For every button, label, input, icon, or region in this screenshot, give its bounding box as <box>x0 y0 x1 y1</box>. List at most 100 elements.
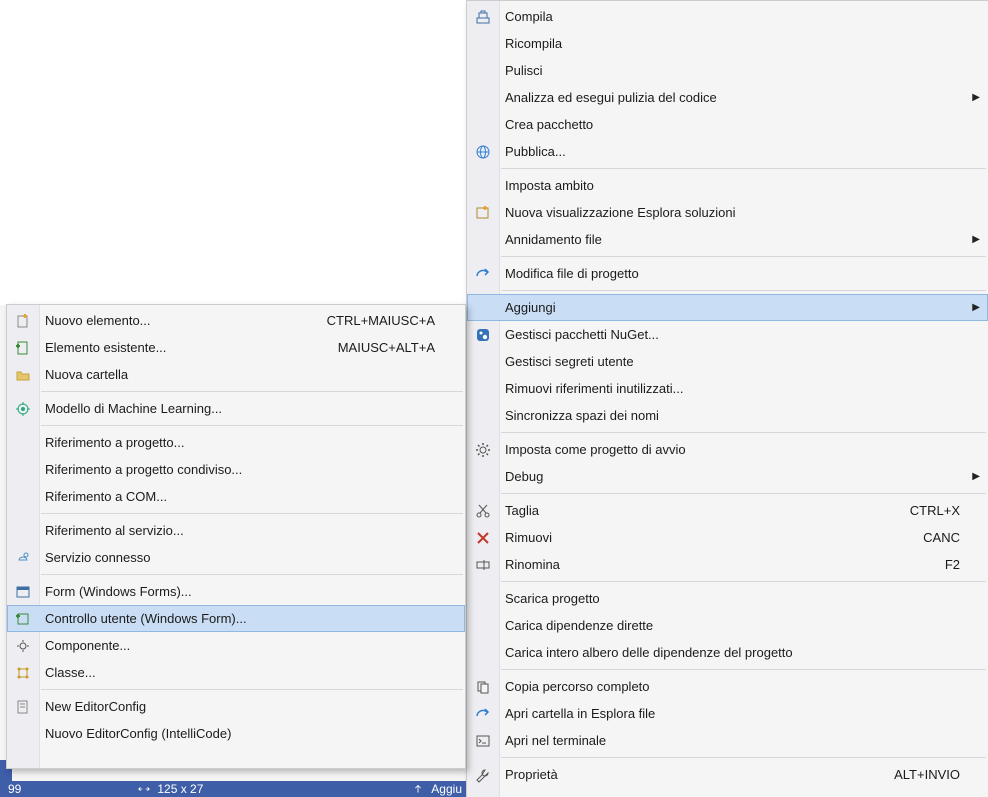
menu-item-imposta-avvio[interactable]: Imposta come progetto di avvio <box>467 436 988 463</box>
existing-item-icon <box>13 338 33 358</box>
label: Modifica file di progetto <box>505 266 960 281</box>
separator <box>501 757 986 758</box>
menu-items: Nuovo elemento... CTRL+MAIUSC+A Elemento… <box>7 305 465 749</box>
menu-item-rif-progetto-condiviso[interactable]: Riferimento a progetto condiviso... <box>7 456 465 483</box>
label: Nuovo elemento... <box>45 313 297 328</box>
menu-item-nuovo-editorconfig-intellicode[interactable]: Nuovo EditorConfig (IntelliCode) <box>7 720 465 747</box>
cut-icon <box>473 501 493 521</box>
wrench-icon <box>473 765 493 785</box>
label: Nuovo EditorConfig (IntelliCode) <box>45 726 435 741</box>
shortcut: F2 <box>945 557 960 572</box>
menu-item-aggiungi[interactable]: Aggiungi ▶ <box>467 294 988 321</box>
label: Ricompila <box>505 36 960 51</box>
open-folder-icon <box>473 704 493 724</box>
menu-item-rif-servizio[interactable]: Riferimento al servizio... <box>7 517 465 544</box>
label: Copia percorso completo <box>505 679 960 694</box>
label: Pubblica... <box>505 144 960 159</box>
connected-service-icon <box>13 548 33 568</box>
build-icon <box>473 7 493 27</box>
menu-item-componente[interactable]: Componente... <box>7 632 465 659</box>
status-size-value: 125 x 27 <box>157 782 203 796</box>
submenu-arrow-icon: ▶ <box>972 302 980 313</box>
label: Pulisci <box>505 63 960 78</box>
menu-item-debug[interactable]: Debug ▶ <box>467 463 988 490</box>
label: Controllo utente (Windows Form)... <box>45 611 435 626</box>
menu-item-carica-dipendenze-dirette[interactable]: Carica dipendenze dirette <box>467 612 988 639</box>
separator <box>501 493 986 494</box>
nuget-icon <box>473 325 493 345</box>
menu-item-compila[interactable]: Compila <box>467 3 988 30</box>
menu-item-pubblica[interactable]: Pubblica... <box>467 138 988 165</box>
label: Proprietà <box>505 767 884 782</box>
delete-icon <box>473 528 493 548</box>
separator <box>501 669 986 670</box>
menu-item-scarica-progetto[interactable]: Scarica progetto <box>467 585 988 612</box>
menu-item-rif-progetto[interactable]: Riferimento a progetto... <box>7 429 465 456</box>
gear-icon <box>473 440 493 460</box>
label: Gestisci pacchetti NuGet... <box>505 327 960 342</box>
menu-item-proprieta[interactable]: Proprietà ALT+INVIO <box>467 761 988 788</box>
menu-item-rimuovi-riferimenti[interactable]: Rimuovi riferimenti inutilizzati... <box>467 375 988 402</box>
menu-item-rimuovi[interactable]: Rimuovi CANC <box>467 524 988 551</box>
menu-item-form-wf[interactable]: Form (Windows Forms)... <box>7 578 465 605</box>
separator <box>41 513 463 514</box>
label: Analizza ed esegui pulizia del codice <box>505 90 960 105</box>
copy-icon <box>473 677 493 697</box>
label: Scarica progetto <box>505 591 960 606</box>
menu-item-servizio-connesso[interactable]: Servizio connesso <box>7 544 465 571</box>
menu-item-imposta-ambito[interactable]: Imposta ambito <box>467 172 988 199</box>
shortcut: ALT+INVIO <box>894 767 960 782</box>
separator <box>501 256 986 257</box>
label: New EditorConfig <box>45 699 435 714</box>
status-bar: 99 125 x 27 Aggiu <box>0 781 466 797</box>
label: Apri cartella in Esplora file <box>505 706 960 721</box>
menu-item-ricompila[interactable]: Ricompila <box>467 30 988 57</box>
menu-item-classe[interactable]: Classe... <box>7 659 465 686</box>
rename-icon <box>473 555 493 575</box>
menu-item-sincronizza-ns[interactable]: Sincronizza spazi dei nomi <box>467 402 988 429</box>
separator <box>501 290 986 291</box>
submenu-arrow-icon: ▶ <box>972 234 980 245</box>
menu-item-nuova-visualizzazione[interactable]: Nuova visualizzazione Esplora soluzioni <box>467 199 988 226</box>
separator <box>501 581 986 582</box>
size-icon <box>137 782 151 796</box>
menu-item-taglia[interactable]: Taglia CTRL+X <box>467 497 988 524</box>
shortcut: CTRL+X <box>910 503 960 518</box>
menu-item-copia-percorso[interactable]: Copia percorso completo <box>467 673 988 700</box>
separator <box>41 391 463 392</box>
menu-item-pulisci[interactable]: Pulisci <box>467 57 988 84</box>
separator <box>501 168 986 169</box>
globe-icon <box>473 142 493 162</box>
menu-item-nuova-cartella[interactable]: Nuova cartella <box>7 361 465 388</box>
separator <box>41 689 463 690</box>
label: Imposta come progetto di avvio <box>505 442 960 457</box>
menu-item-elemento-esistente[interactable]: Elemento esistente... MAIUSC+ALT+A <box>7 334 465 361</box>
menu-item-carica-albero[interactable]: Carica intero albero delle dipendenze de… <box>467 639 988 666</box>
menu-item-ml-model[interactable]: Modello di Machine Learning... <box>7 395 465 422</box>
menu-item-gestisci-nuget[interactable]: Gestisci pacchetti NuGet... <box>467 321 988 348</box>
menu-item-analizza[interactable]: Analizza ed esegui pulizia del codice ▶ <box>467 84 988 111</box>
status-num: 99 <box>0 782 29 796</box>
label: Carica intero albero delle dipendenze de… <box>505 645 960 660</box>
label: Classe... <box>45 665 435 680</box>
terminal-icon <box>473 731 493 751</box>
menu-item-rinomina[interactable]: Rinomina F2 <box>467 551 988 578</box>
upload-icon <box>411 782 425 796</box>
designer-canvas <box>0 0 466 305</box>
menu-item-gestisci-segreti[interactable]: Gestisci segreti utente <box>467 348 988 375</box>
menu-item-nuovo-elemento[interactable]: Nuovo elemento... CTRL+MAIUSC+A <box>7 307 465 334</box>
menu-item-apri-terminale[interactable]: Apri nel terminale <box>467 727 988 754</box>
menu-item-crea-pacchetto[interactable]: Crea pacchetto <box>467 111 988 138</box>
menu-item-controllo-utente[interactable]: Controllo utente (Windows Form)... <box>7 605 465 632</box>
submenu-arrow-icon: ▶ <box>972 92 980 103</box>
menu-item-modifica-file-progetto[interactable]: Modifica file di progetto <box>467 260 988 287</box>
label: Aggiungi <box>505 300 960 315</box>
shortcut: CANC <box>923 530 960 545</box>
menu-item-rif-com[interactable]: Riferimento a COM... <box>7 483 465 510</box>
label: Riferimento a COM... <box>45 489 435 504</box>
editorconfig-icon <box>13 697 33 717</box>
menu-item-annidamento-file[interactable]: Annidamento file ▶ <box>467 226 988 253</box>
form-icon <box>13 582 33 602</box>
menu-item-new-editorconfig[interactable]: New EditorConfig <box>7 693 465 720</box>
menu-item-apri-cartella[interactable]: Apri cartella in Esplora file <box>467 700 988 727</box>
